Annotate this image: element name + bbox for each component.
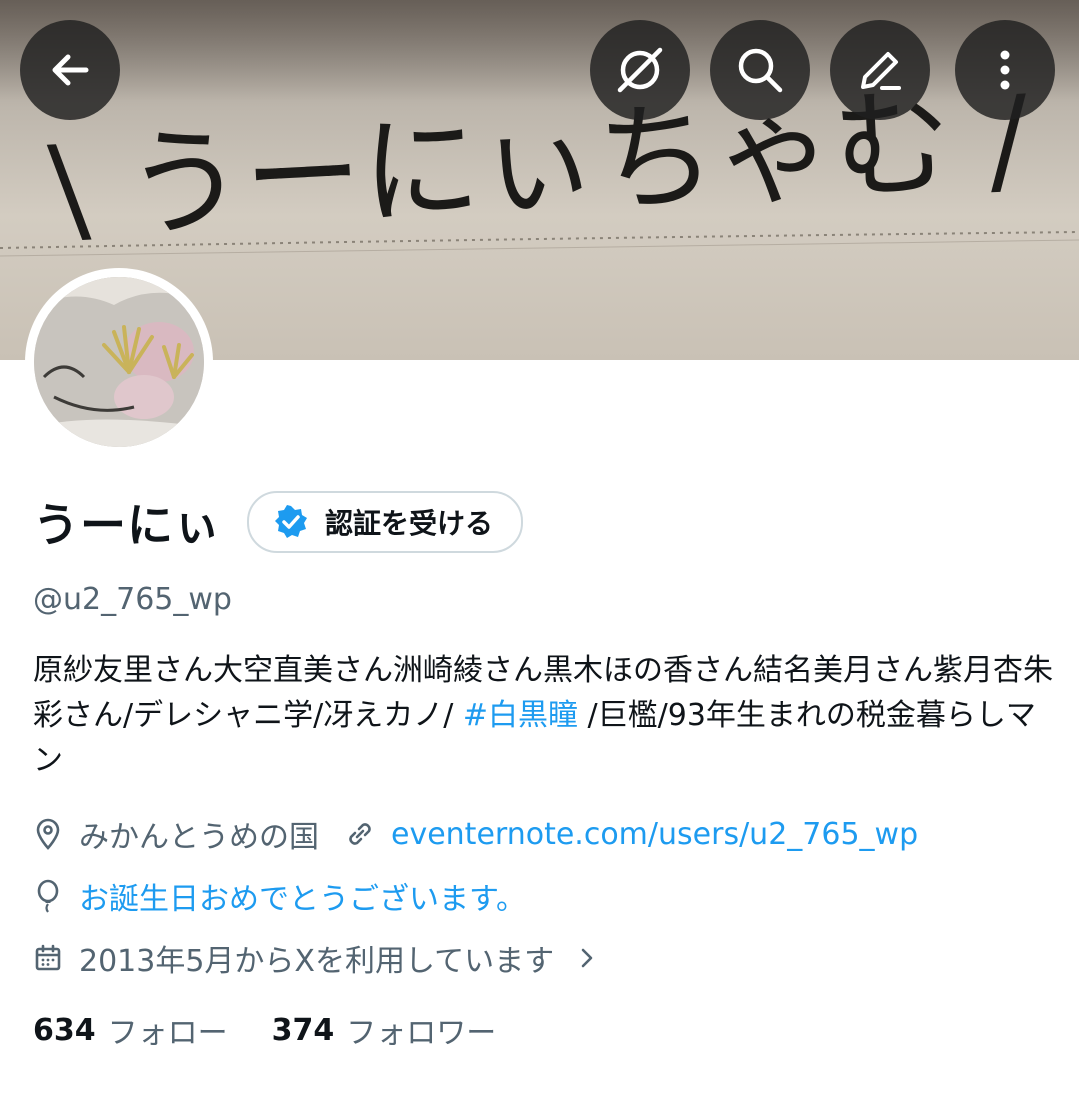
birthday-text[interactable]: お誕生日おめでとうございます。	[79, 874, 526, 918]
get-verified-button[interactable]: 認証を受ける	[247, 491, 524, 553]
search-button[interactable]	[710, 20, 810, 120]
chevron-right-icon	[572, 944, 602, 972]
followers-label: フォロワー	[346, 1016, 497, 1051]
follow-stats: 634 フォロー 374 フォロワー	[33, 1008, 496, 1052]
link-icon	[345, 819, 375, 849]
joined-row[interactable]: 2013年5月からXを利用しています	[33, 936, 618, 980]
display-name: うーにぃ	[33, 498, 221, 552]
website-link[interactable]: eventernote.com/users/u2_765_wp	[391, 817, 918, 852]
calendar-icon	[33, 944, 63, 972]
followers-count: 374	[271, 1012, 335, 1048]
search-icon	[738, 48, 783, 93]
name-row: うーにぃ 認証を受ける	[33, 490, 524, 554]
location-icon	[33, 818, 63, 850]
bio-hashtag-link[interactable]: #白黒瞳	[463, 698, 578, 733]
following-count: 634	[33, 1012, 96, 1048]
joined-text: 2013年5月からXを利用しています	[79, 944, 555, 979]
location-website-row: みかんとうめの国 eventernote.com/users/u2_765_wp	[33, 812, 918, 856]
following-link[interactable]: 634 フォロー	[33, 1008, 228, 1052]
more-button[interactable]	[955, 20, 1055, 120]
followers-link[interactable]: 374 フォロワー	[272, 1008, 497, 1052]
balloon-icon	[33, 879, 63, 913]
handle: @u2_765_wp	[33, 582, 232, 617]
location-text: みかんとうめの国	[79, 820, 319, 855]
edit-icon	[861, 52, 901, 90]
edit-button[interactable]	[830, 20, 930, 120]
avatar[interactable]	[25, 268, 213, 456]
grok-icon	[617, 47, 663, 93]
more-vertical-icon	[1000, 50, 1010, 90]
avatar-image	[34, 277, 204, 447]
birthday-row: お誕生日おめでとうございます。	[33, 874, 526, 918]
following-label: フォロー	[107, 1016, 228, 1051]
arrow-left-icon	[52, 54, 89, 86]
grok-button[interactable]	[590, 20, 690, 120]
get-verified-label: 認証を受ける	[325, 507, 494, 540]
verified-badge-icon	[275, 505, 307, 538]
bio: 原紗友里さん大空直美さん洲崎綾さん黒木ほの香さん結名美月さん紫月杏朱彩さん/デレ…	[33, 648, 1063, 783]
back-button[interactable]	[20, 20, 120, 120]
